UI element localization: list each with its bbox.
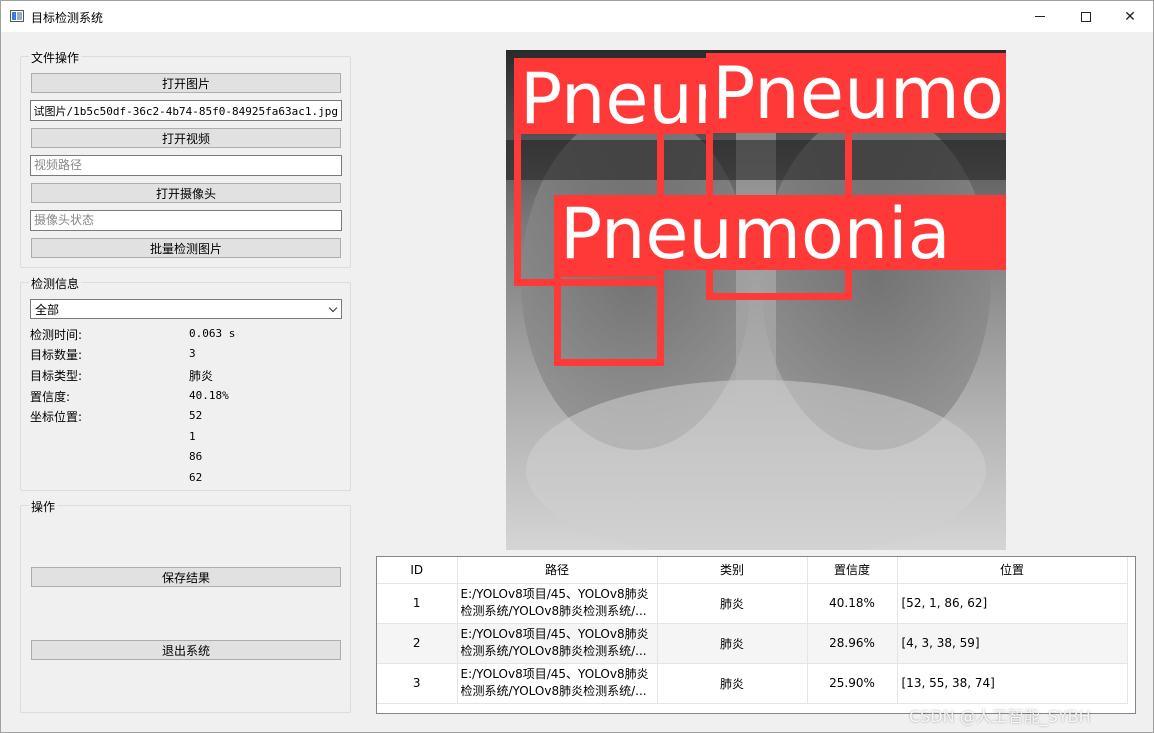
position-xmax: 86	[189, 450, 203, 463]
cell-path-line: E:/YOLOv8项目/45、YOLOv8肺炎	[460, 667, 649, 681]
maximize-button[interactable]	[1063, 1, 1109, 32]
title-bar: 目标检测系统 ✕	[1, 1, 1153, 32]
position-ymin: 1	[189, 430, 196, 443]
cell-path: E:/YOLOv8项目/45、YOLOv8肺炎 检测系统/YOLOv8肺炎检测系…	[457, 663, 658, 704]
batch-detect-button[interactable]: 批量检测图片	[31, 238, 341, 258]
video-path-field[interactable]	[30, 155, 342, 176]
maximize-icon	[1081, 11, 1091, 22]
open-camera-button[interactable]: 打开摄像头	[31, 183, 341, 203]
ops-title: 操作	[29, 498, 58, 515]
target-filter-value: 全部	[35, 302, 60, 317]
detection-label-3: Pneumonia	[554, 195, 1006, 270]
position-label: 坐标位置:	[30, 410, 83, 424]
close-icon: ✕	[1124, 8, 1136, 25]
column-header-confidence[interactable]: 置信度	[807, 557, 898, 584]
close-button[interactable]: ✕	[1107, 1, 1153, 32]
column-header-path[interactable]: 路径	[457, 557, 658, 584]
detection-label-2: Pneumonia	[514, 58, 710, 134]
cell-path-line: 检测系统/YOLOv8肺炎检测系统/...	[460, 684, 647, 698]
cell-confidence: 25.90%	[807, 663, 898, 704]
confidence-label: 置信度:	[30, 390, 71, 404]
position-ymax: 62	[189, 471, 203, 484]
chevron-down-icon	[328, 303, 338, 313]
position-xmin: 52	[189, 409, 203, 422]
cell-path-line: E:/YOLOv8项目/45、YOLOv8肺炎	[460, 587, 649, 601]
cell-class: 肺炎	[657, 663, 808, 704]
ops-group: 操作 保存结果 退出系统	[20, 498, 351, 713]
open-video-button[interactable]: 打开视频	[31, 128, 341, 148]
cell-path-line: 检测系统/YOLOv8肺炎检测系统/...	[460, 644, 647, 658]
detection-label-1: Pneumonia	[706, 53, 1006, 133]
window-title: 目标检测系统	[31, 11, 104, 25]
type-value: 肺炎	[189, 369, 214, 383]
cell-id: 1	[377, 583, 458, 624]
table-header-row: ID 路径 类别 置信度 位置	[377, 557, 1128, 584]
column-header-class[interactable]: 类别	[657, 557, 808, 584]
detection-image: Pneumonia Pneumonia Pneumonia	[506, 50, 1006, 550]
cell-position: [4, 3, 38, 59]	[897, 623, 1128, 664]
cell-position: [13, 55, 38, 74]	[897, 663, 1128, 704]
detect-info-group: 检测信息 全部 检测时间: 0.063 s 目标数量: 3 目标类型: 肺炎 置…	[20, 275, 351, 491]
watermark: CSDN @人工智能_SYBH	[909, 707, 1091, 726]
count-value: 3	[189, 347, 196, 360]
type-label: 目标类型:	[30, 369, 83, 383]
table-row[interactable]: 1 E:/YOLOv8项目/45、YOLOv8肺炎 检测系统/YOLOv8肺炎检…	[377, 583, 1128, 624]
column-header-id[interactable]: ID	[377, 557, 458, 584]
detection-box-3	[554, 270, 664, 366]
cell-class: 肺炎	[657, 623, 808, 664]
cell-id: 3	[377, 663, 458, 704]
cell-path-line: 检测系统/YOLOv8肺炎检测系统/...	[460, 604, 647, 618]
file-ops-title: 文件操作	[29, 49, 82, 66]
cell-confidence: 28.96%	[807, 623, 898, 664]
cell-id: 2	[377, 623, 458, 664]
app-window-icon	[10, 10, 24, 22]
table-row[interactable]: 3 E:/YOLOv8项目/45、YOLOv8肺炎 检测系统/YOLOv8肺炎检…	[377, 663, 1128, 704]
results-table[interactable]: ID 路径 类别 置信度 位置 1 E:/YOLOv8项目/45、YOLOv8肺…	[376, 556, 1136, 714]
open-image-button[interactable]: 打开图片	[31, 73, 341, 93]
image-path-field[interactable]	[30, 100, 342, 121]
main-window: 目标检测系统 ✕ 文件操作 打开图片 打开视频 打开摄像头 批量检测图片 检测信…	[0, 0, 1154, 733]
camera-status-field[interactable]	[30, 210, 342, 231]
table-row[interactable]: 2 E:/YOLOv8项目/45、YOLOv8肺炎 检测系统/YOLOv8肺炎检…	[377, 623, 1128, 664]
cell-path: E:/YOLOv8项目/45、YOLOv8肺炎 检测系统/YOLOv8肺炎检测系…	[457, 583, 658, 624]
minimize-button[interactable]	[1017, 1, 1063, 32]
minimize-icon	[1035, 16, 1045, 17]
cell-path: E:/YOLOv8项目/45、YOLOv8肺炎 检测系统/YOLOv8肺炎检测系…	[457, 623, 658, 664]
file-ops-group: 文件操作 打开图片 打开视频 打开摄像头 批量检测图片	[20, 49, 351, 268]
detect-info-title: 检测信息	[29, 275, 82, 292]
time-value: 0.063 s	[189, 327, 236, 340]
save-result-button[interactable]: 保存结果	[31, 567, 341, 587]
count-label: 目标数量:	[30, 348, 83, 362]
exit-system-button[interactable]: 退出系统	[31, 640, 341, 660]
cell-position: [52, 1, 86, 62]	[897, 583, 1128, 624]
cell-class: 肺炎	[657, 583, 808, 624]
cell-confidence: 40.18%	[807, 583, 898, 624]
confidence-value: 40.18%	[189, 389, 229, 402]
cell-path-line: E:/YOLOv8项目/45、YOLOv8肺炎	[460, 627, 649, 641]
time-label: 检测时间:	[30, 328, 83, 342]
column-header-position[interactable]: 位置	[897, 557, 1128, 584]
target-filter-select[interactable]: 全部	[30, 299, 342, 319]
